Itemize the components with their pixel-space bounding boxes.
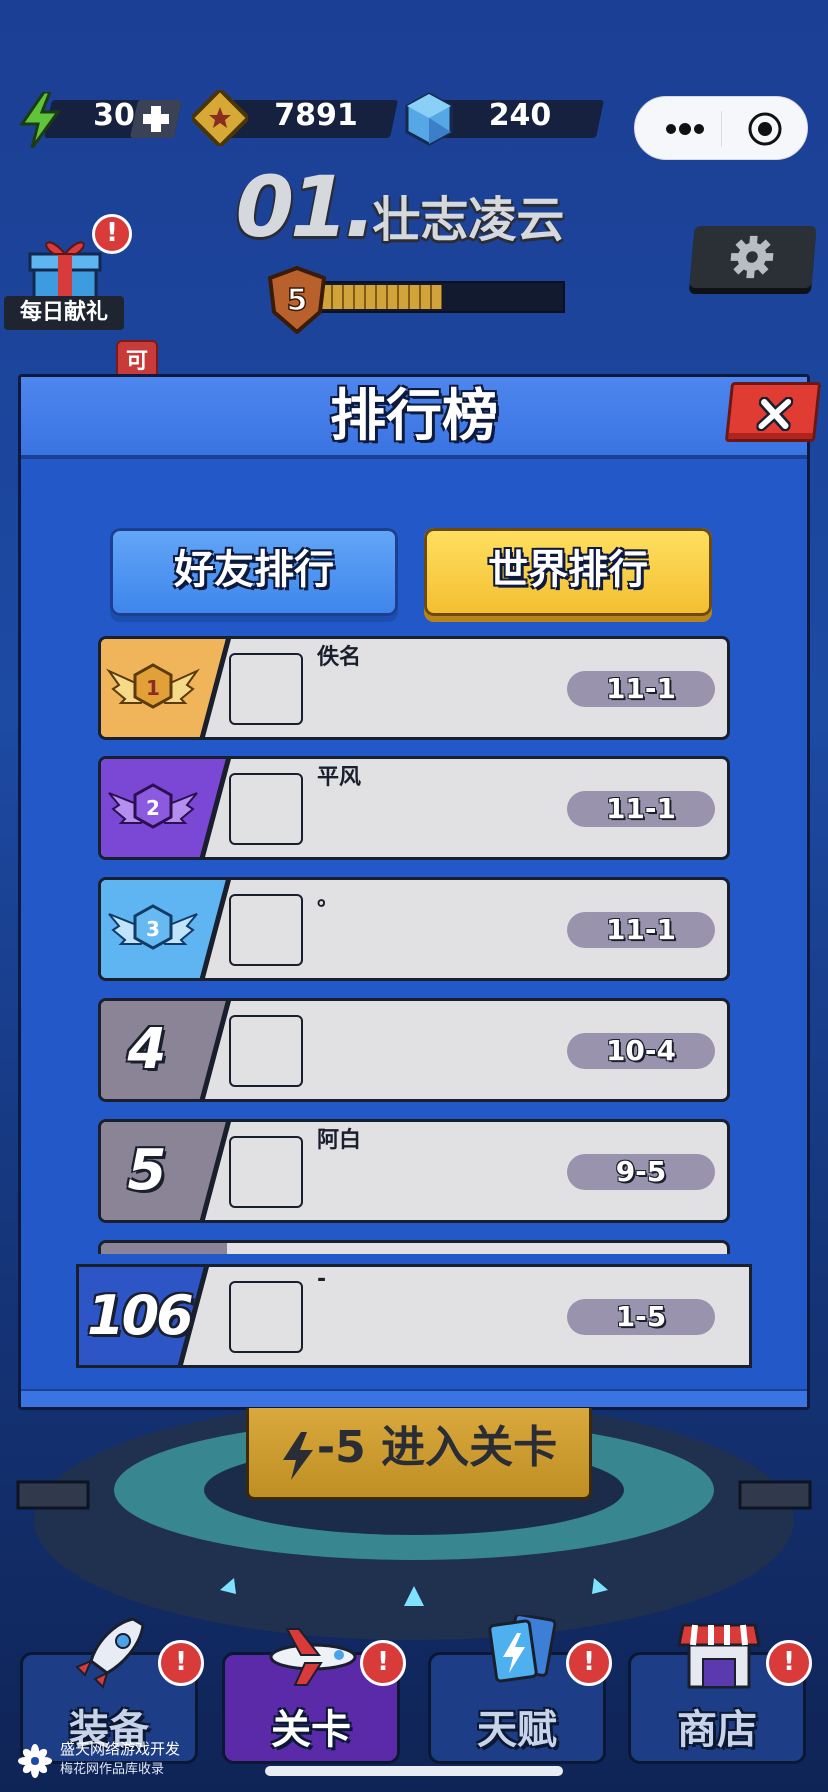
rank-shield-icon: 5	[267, 266, 327, 334]
avatar	[229, 1281, 303, 1353]
plane-icon	[269, 1628, 357, 1686]
tab-world-ranking[interactable]: 世界排行	[424, 528, 712, 616]
plus-icon	[143, 106, 169, 132]
score-badge: 1-5	[567, 1299, 715, 1335]
player-name: 平风	[317, 765, 362, 790]
rank-number: 4	[127, 1017, 167, 1082]
rank-number: 2	[146, 796, 160, 820]
leaderboard-row-partial	[98, 1240, 730, 1254]
plum-flower-icon	[18, 1744, 52, 1778]
daily-gift-label: 每日献礼	[4, 296, 124, 330]
player-name: 。	[317, 886, 340, 911]
player-name: 佚名	[317, 645, 362, 670]
nav-shop-label: 商店	[677, 1707, 757, 1753]
player-name: -	[317, 1267, 327, 1292]
leaderboard-row[interactable]: 3 。 11-1	[98, 877, 730, 981]
rank-number: 1	[146, 676, 160, 700]
leaderboard-row[interactable]: 1 佚名 11-1	[98, 636, 730, 740]
leaderboard-title: 排行榜	[330, 384, 498, 449]
shop-alert-badge: !	[766, 1640, 812, 1686]
gear-icon	[730, 235, 774, 279]
home-indicator[interactable]	[265, 1766, 563, 1776]
avatar	[229, 653, 303, 725]
blue-medal-icon: 3	[108, 904, 198, 950]
equipment-alert-badge: !	[158, 1640, 204, 1686]
leaderboard-row[interactable]: 4 10-4	[98, 998, 730, 1102]
tab-friends-ranking[interactable]: 好友排行	[110, 528, 398, 616]
mini-program-capsule	[634, 96, 808, 160]
talent-cards-icon	[488, 1615, 557, 1683]
close-icon	[756, 397, 794, 431]
player-name: 阿白	[317, 1128, 362, 1153]
coin-value: 7891	[274, 98, 358, 133]
xp-progress-fill	[322, 285, 442, 309]
leaderboard-row[interactable]: 5 阿白 9-5	[98, 1119, 730, 1223]
score-badge: 10-4	[567, 1033, 715, 1069]
nav-levels-label: 关卡	[271, 1707, 351, 1753]
capsule-divider	[721, 111, 722, 147]
coin-star-icon	[192, 90, 248, 146]
hex-gem-icon	[405, 92, 453, 146]
more-icon[interactable]	[663, 115, 707, 143]
levels-alert-badge: !	[360, 1640, 406, 1686]
score-badge: 11-1	[567, 671, 715, 707]
close-program-icon[interactable]	[747, 111, 783, 147]
gold-medal-icon: 1	[106, 663, 200, 709]
avatar	[229, 894, 303, 966]
score-badge: 9-5	[567, 1154, 715, 1190]
gift-alert-badge: !	[92, 214, 132, 254]
avatar	[229, 1136, 303, 1208]
rocket-icon	[75, 1617, 145, 1689]
score-badge: 11-1	[567, 791, 715, 827]
gem-value: 240	[488, 98, 552, 133]
purple-medal-icon: 2	[108, 783, 198, 829]
lightning-icon	[19, 92, 61, 148]
enter-level-label: -5 进入关卡	[316, 1422, 558, 1473]
xp-progress-bar	[318, 281, 565, 313]
shop-icon	[677, 1623, 761, 1689]
leaderboard-row[interactable]: 2 平风 11-1	[98, 756, 730, 860]
level-title: 01.壮志凌云	[200, 158, 600, 256]
settings-button[interactable]	[689, 226, 817, 288]
enter-level-button[interactable]: -5 进入关卡	[246, 1408, 592, 1500]
lightning-icon	[281, 1426, 315, 1480]
score-badge: 11-1	[567, 912, 715, 948]
watermark-line1: 盛天网络游戏开发	[60, 1740, 181, 1758]
my-rank-row[interactable]: 106 - 1-5	[76, 1264, 752, 1368]
avatar	[229, 1015, 303, 1087]
rank-number: 5	[127, 1138, 167, 1203]
watermark-line2: 梅花网作品库收录	[60, 1762, 165, 1777]
leaderboard-footer	[21, 1389, 807, 1407]
level-number: 01.	[235, 158, 377, 256]
rank-number: 3	[146, 917, 160, 941]
nav-talent-label: 天赋	[477, 1707, 557, 1753]
level-name: 壮志凌云	[372, 192, 565, 248]
player-rank-value: 5	[287, 283, 308, 318]
my-rank-number: 106	[87, 1284, 194, 1347]
add-energy-button[interactable]	[129, 100, 183, 138]
close-leaderboard-button[interactable]	[724, 382, 822, 442]
avatar	[229, 773, 303, 845]
talent-alert-badge: !	[566, 1640, 612, 1686]
